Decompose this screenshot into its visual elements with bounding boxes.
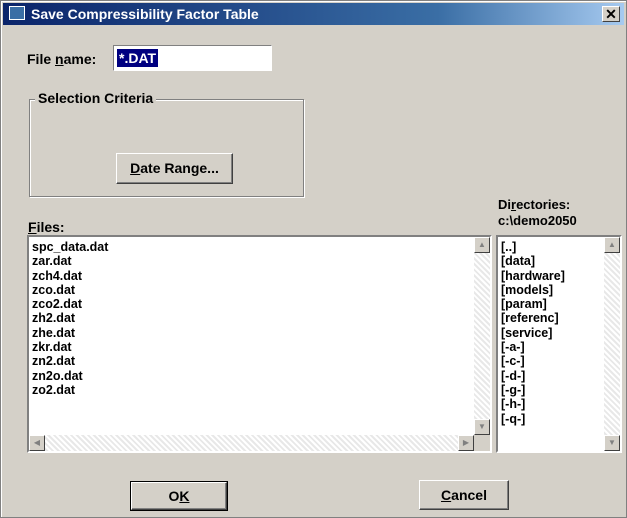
scroll-up-icon[interactable]: ▲ — [604, 237, 620, 253]
files-label-rest: iles: — [36, 219, 65, 235]
window-icon — [9, 6, 25, 20]
save-dialog: Save Compressibility Factor Table ✕ File… — [0, 0, 627, 518]
directories-vertical-scrollbar[interactable]: ▲ ▼ — [604, 237, 620, 451]
date-range-label: ate Range... — [140, 160, 219, 176]
close-icon: ✕ — [605, 6, 617, 22]
directories-listbox[interactable]: [..] [data] [hardware] [models] [param] [refe… — [496, 235, 622, 453]
scroll-right-icon[interactable]: ▶ — [458, 435, 474, 451]
directory-list-item[interactable]: [-c-] — [501, 354, 565, 368]
files-vertical-scrollbar[interactable]: ▲ ▼ — [474, 237, 490, 435]
file-list-item[interactable]: zh2.dat — [32, 311, 108, 325]
date-range-key: D — [130, 160, 141, 176]
scroll-down-icon[interactable]: ▼ — [474, 419, 490, 435]
ok-label: O — [168, 488, 180, 504]
file-list-item[interactable]: zo2.dat — [32, 383, 108, 397]
directory-list-item[interactable]: [-h-] — [501, 397, 565, 411]
files-listbox[interactable]: spc_data.dat zar.dat zch4.dat zco.dat zco2.d… — [27, 235, 492, 453]
file-list-item[interactable]: zn2.dat — [32, 354, 108, 368]
directory-list-item[interactable]: [-q-] — [501, 412, 565, 426]
scroll-left-icon[interactable]: ◀ — [29, 435, 45, 451]
directory-list-item[interactable]: [-d-] — [501, 369, 565, 383]
directories-label-suffix: ectories: — [516, 197, 571, 212]
file-list-item[interactable]: zar.dat — [32, 254, 108, 268]
directory-list-item[interactable]: [referenc] — [501, 311, 565, 325]
filename-label-prefix: File — [27, 51, 56, 67]
close-button[interactable]: ✕ — [602, 6, 620, 22]
directories-label: Directories: — [498, 197, 571, 212]
directory-list-item[interactable]: [-g-] — [501, 383, 565, 397]
directory-list-item[interactable]: [hardware] — [501, 269, 565, 283]
date-range-button[interactable]: Date Range... — [116, 153, 233, 184]
title-bar[interactable]: Save Compressibility Factor Table ✕ — [3, 3, 624, 25]
file-list-item[interactable]: zn2o.dat — [32, 369, 108, 383]
cancel-key: C — [441, 487, 452, 503]
directory-list-item[interactable]: [data] — [501, 254, 565, 268]
directory-list-item[interactable]: [-a-] — [501, 340, 565, 354]
directories-path: c:\demo2050 — [498, 213, 577, 228]
directory-list-item[interactable]: [models] — [501, 283, 565, 297]
scrollbar-corner — [474, 435, 490, 451]
ok-button[interactable]: OK — [130, 481, 228, 511]
scroll-up-icon[interactable]: ▲ — [474, 237, 490, 253]
directories-label-prefix: Di — [498, 197, 511, 212]
file-list-item[interactable]: zhe.dat — [32, 326, 108, 340]
files-list: spc_data.dat zar.dat zch4.dat zco.dat zco2.d… — [32, 240, 108, 397]
directory-list-item[interactable]: [param] — [501, 297, 565, 311]
scroll-down-icon[interactable]: ▼ — [604, 435, 620, 451]
directory-list-item[interactable]: [..] — [501, 240, 565, 254]
cancel-button[interactable]: Cancel — [419, 480, 509, 510]
filename-input[interactable]: *.DAT — [113, 45, 272, 71]
filename-value: *.DAT — [117, 49, 159, 67]
filename-label: File name: — [27, 51, 96, 67]
file-list-item[interactable]: zch4.dat — [32, 269, 108, 283]
selection-criteria-title: Selection Criteria — [35, 90, 157, 106]
file-list-item[interactable]: spc_data.dat — [32, 240, 108, 254]
directories-list: [..] [data] [hardware] [models] [param] [refe… — [501, 240, 565, 426]
file-list-item[interactable]: zco.dat — [32, 283, 108, 297]
files-horizontal-scrollbar[interactable]: ◀ ▶ — [29, 435, 474, 451]
files-label-key: F — [28, 219, 37, 235]
ok-key: K — [179, 488, 190, 504]
window-title: Save Compressibility Factor Table — [31, 6, 259, 22]
files-label: Files: — [28, 219, 65, 235]
cancel-label: ancel — [451, 487, 487, 503]
file-list-item[interactable]: zco2.dat — [32, 297, 108, 311]
filename-label-key: n — [55, 51, 64, 67]
filename-label-suffix: ame: — [63, 51, 97, 67]
directory-list-item[interactable]: [service] — [501, 326, 565, 340]
file-list-item[interactable]: zkr.dat — [32, 340, 108, 354]
